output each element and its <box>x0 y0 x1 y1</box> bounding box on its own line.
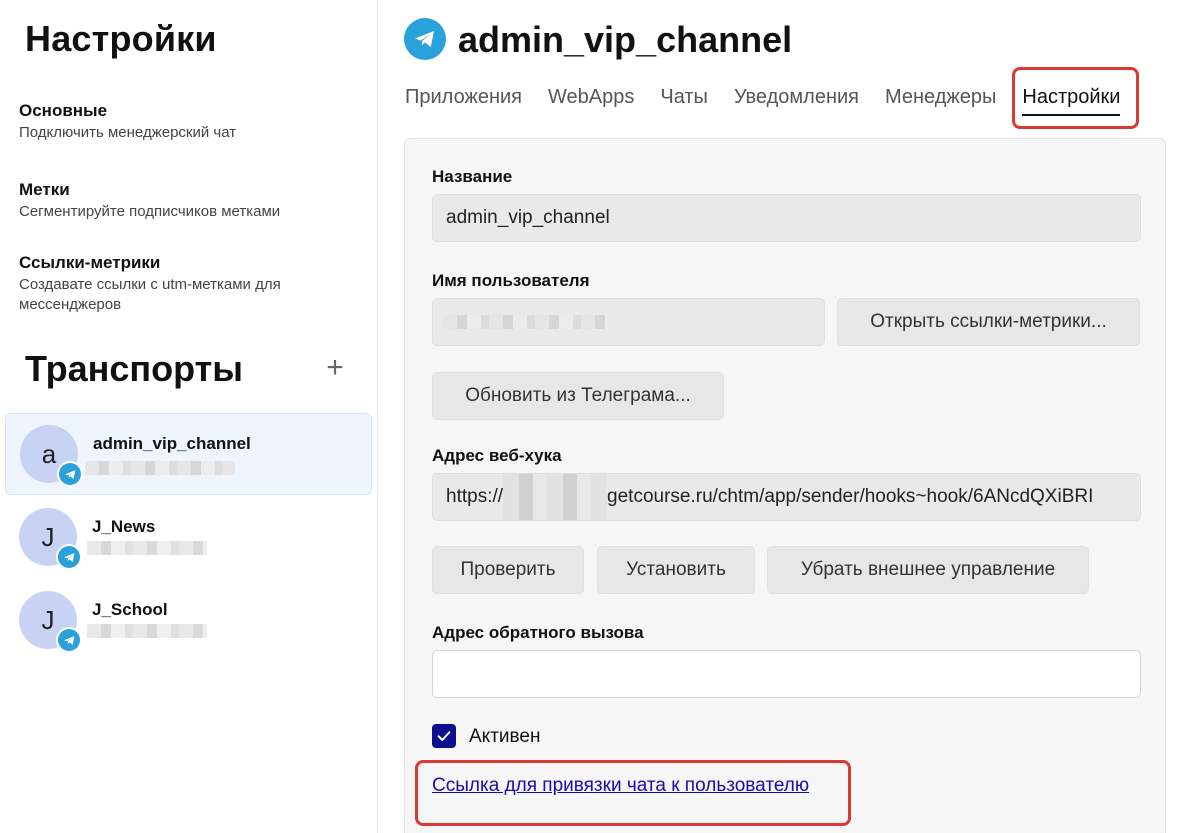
check-button[interactable]: Проверить <box>432 546 584 594</box>
channel-name: admin_vip_channel <box>93 434 251 453</box>
open-metric-links-button[interactable]: Открыть ссылки-метрики... <box>837 298 1140 346</box>
transports-title: Транспорты <box>25 348 244 389</box>
channel-item-admin-vip[interactable]: a admin_vip_channel <box>5 413 372 495</box>
sidebar-item-desc: Подключить менеджерский чат <box>19 124 237 141</box>
sidebar-item-desc: Создавате ссылки с utm-метками для мессе… <box>19 276 281 313</box>
tab-chats[interactable]: Чаты <box>660 86 708 116</box>
telegram-badge <box>56 544 82 570</box>
install-button[interactable]: Установить <box>597 546 755 594</box>
name-field[interactable]: admin_vip_channel <box>432 194 1141 242</box>
sidebar-item-metric-links[interactable]: Ссылки-метрики Создавате ссылки с utm-ме… <box>19 253 339 315</box>
tab-apps[interactable]: Приложения <box>405 86 522 116</box>
channel-item-j-news[interactable]: J J_News <box>5 497 372 579</box>
channel-name: J_School <box>92 600 168 619</box>
redacted-username <box>85 461 235 475</box>
sidebar-item-title: Основные <box>19 101 108 120</box>
sidebar-item-title: Ссылки-метрики <box>19 253 161 272</box>
callback-label: Адрес обратного вызова <box>432 623 644 642</box>
webhook-suffix: getcourse.ru/chtm/app/sender/hooks~hook/… <box>607 486 1094 507</box>
webhook-label: Адрес веб-хука <box>432 446 562 465</box>
name-label: Название <box>432 167 513 186</box>
username-field[interactable] <box>432 298 825 346</box>
redacted-username <box>87 624 207 638</box>
telegram-icon <box>58 629 80 651</box>
add-transport-button[interactable]: + <box>322 353 348 383</box>
webhook-prefix: https:// <box>446 486 504 507</box>
telegram-badge <box>57 461 83 487</box>
sidebar: Настройки Основные Подключить менеджерск… <box>0 0 378 833</box>
telegram-icon <box>59 463 81 485</box>
sidebar-item-desc: Сегментируйте подписчиков метками <box>19 203 281 220</box>
webhook-field[interactable]: https:// getcourse.ru/chtm/app/sender/ho… <box>432 473 1141 521</box>
check-icon <box>437 731 451 741</box>
callback-field[interactable] <box>432 650 1141 698</box>
telegram-badge <box>56 627 82 653</box>
page-title: admin_vip_channel <box>458 19 793 60</box>
tab-settings[interactable]: Настройки <box>1022 86 1121 116</box>
tab-notifications[interactable]: Уведомления <box>734 86 859 116</box>
remove-external-control-button[interactable]: Убрать внешнее управление <box>767 546 1089 594</box>
sidebar-item-title: Метки <box>19 180 70 199</box>
main-panel: admin_vip_channel Приложения WebApps Чат… <box>379 0 1200 833</box>
sidebar-item-general[interactable]: Основные Подключить менеджерский чат <box>19 101 359 143</box>
redacted-username <box>87 541 207 555</box>
redacted-domain <box>503 474 608 520</box>
tab-webapps[interactable]: WebApps <box>548 86 634 116</box>
settings-card: Название admin_vip_channel Имя пользоват… <box>404 138 1166 833</box>
channel-name: J_News <box>92 517 156 536</box>
tab-bar: Приложения WebApps Чаты Уведомления Мене… <box>405 86 1146 116</box>
bind-chat-link[interactable]: Ссылка для привязки чата к пользователю <box>432 775 809 797</box>
tab-managers[interactable]: Менеджеры <box>885 86 996 116</box>
sidebar-item-tags[interactable]: Метки Сегментируйте подписчиков метками <box>19 180 359 222</box>
channel-item-j-school[interactable]: J J_School <box>5 580 372 662</box>
refresh-from-telegram-button[interactable]: Обновить из Телеграма... <box>432 372 724 420</box>
redacted-username <box>443 315 608 329</box>
telegram-icon <box>404 18 446 60</box>
username-label: Имя пользователя <box>432 271 590 290</box>
sidebar-title: Настройки <box>25 18 217 59</box>
telegram-icon <box>58 546 80 568</box>
active-label: Активен <box>469 726 541 747</box>
active-checkbox[interactable] <box>432 724 456 748</box>
